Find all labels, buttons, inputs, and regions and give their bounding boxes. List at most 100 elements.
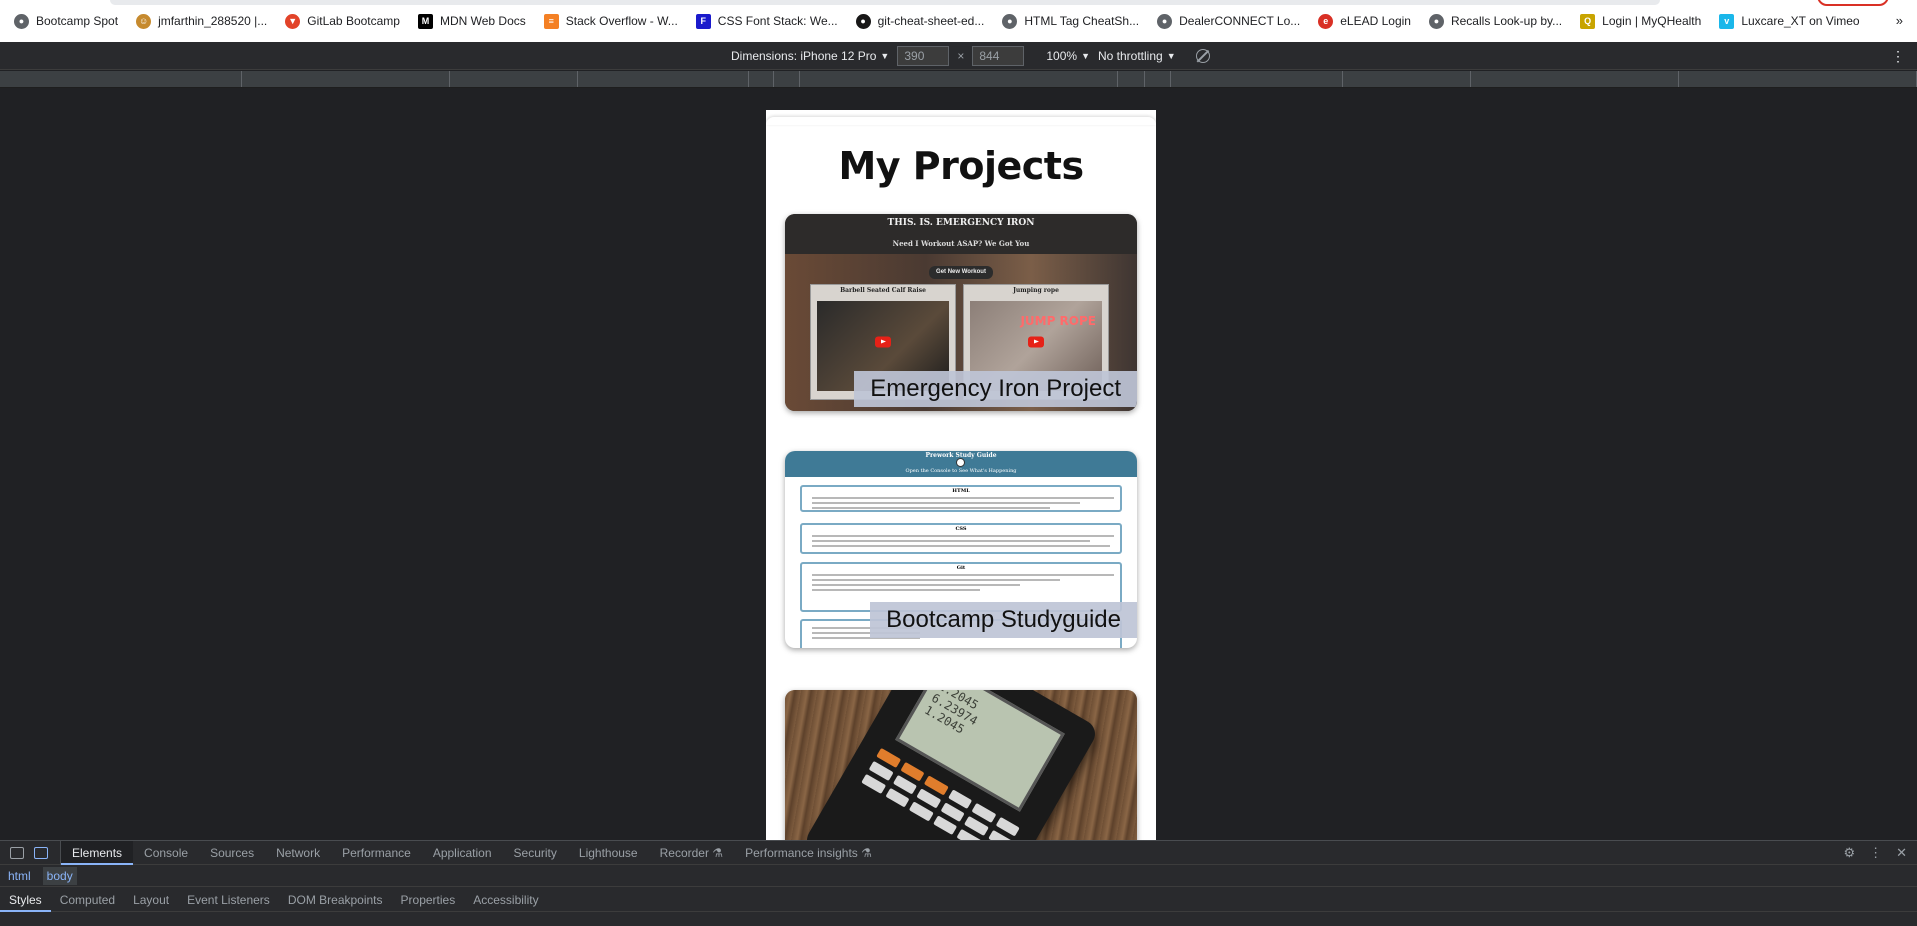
- bookmark-myqhealth[interactable]: Q Login | MyQHealth: [1580, 13, 1701, 29]
- ruler-segment[interactable]: [1679, 71, 1917, 87]
- screenshot-header: Prework Study Guide Open the Console to …: [785, 451, 1137, 477]
- device-width-input[interactable]: 390: [897, 46, 950, 66]
- rotate-disabled-icon[interactable]: [1195, 49, 1210, 63]
- subtab-event-listeners[interactable]: Event Listeners: [178, 888, 279, 912]
- device-height-input[interactable]: 844: [972, 46, 1025, 66]
- bookmark-luxcare-vimeo[interactable]: v Luxcare_XT on Vimeo: [1719, 13, 1860, 29]
- stackoverflow-icon: ≡: [543, 13, 559, 29]
- text-line: [812, 545, 1110, 547]
- project-card-label[interactable]: Emergency Iron Project: [854, 371, 1137, 407]
- workout-panel-title: Jumping rope: [1013, 287, 1059, 294]
- inspect-element-icon[interactable]: [10, 846, 24, 859]
- bookmark-cssfontstack[interactable]: F CSS Font Stack: We...: [695, 13, 838, 29]
- vimeo-icon: v: [1719, 13, 1735, 29]
- project-card-emergency-iron[interactable]: THIS. IS. EMERGENCY IRON Need I Workout …: [785, 214, 1137, 411]
- customize-menu-icon[interactable]: ⋮: [1869, 845, 1882, 861]
- text-line: [812, 540, 1090, 542]
- subtab-dom-breakpoints[interactable]: DOM Breakpoints: [279, 888, 392, 912]
- breadcrumb-html[interactable]: html: [8, 869, 31, 883]
- settings-gear-icon[interactable]: ⚙: [1843, 845, 1855, 861]
- tab-lighthouse[interactable]: Lighthouse: [568, 841, 649, 865]
- breadcrumb-body[interactable]: body: [42, 867, 77, 885]
- globe-icon: ●: [1157, 13, 1173, 29]
- text-line: [812, 574, 1114, 576]
- zoom-dropdown[interactable]: 100% ▼: [1046, 49, 1090, 63]
- media-query-ruler: [0, 71, 1917, 88]
- gitlab-icon: ▼: [285, 13, 301, 29]
- screenshot-button: Get New Workout: [929, 266, 993, 279]
- project-card-studyguide[interactable]: Prework Study Guide Open the Console to …: [785, 451, 1137, 648]
- bookmark-gitlab[interactable]: ▼ GitLab Bootcamp: [285, 13, 400, 29]
- ruler-segment[interactable]: [1171, 71, 1343, 87]
- bookmark-bootcamp-spot[interactable]: ● Bootcamp Spot: [14, 13, 118, 29]
- ruler-segment[interactable]: [1145, 71, 1171, 87]
- study-section-heading: Git: [956, 565, 966, 571]
- throttling-dropdown[interactable]: No throttling ▼: [1098, 49, 1176, 63]
- cssfontstack-icon: F: [695, 13, 711, 29]
- study-section-heading: CSS: [955, 526, 967, 532]
- study-section-heading: HTML: [952, 488, 970, 494]
- ruler-segment[interactable]: [450, 71, 578, 87]
- github-icon: ●: [855, 13, 871, 29]
- tab-sources[interactable]: Sources: [199, 841, 265, 865]
- tab-recorder[interactable]: Recorder ⚗: [649, 841, 734, 865]
- tab-console[interactable]: Console: [133, 841, 199, 865]
- project-card-calculator[interactable]: 1.2045 6.23974 1.2045: [785, 690, 1137, 840]
- ruler-segment[interactable]: [0, 71, 242, 87]
- ruler-segment[interactable]: [1471, 71, 1679, 87]
- bookmark-recalls[interactable]: ● Recalls Look-up by...: [1428, 13, 1562, 29]
- subtab-properties[interactable]: Properties: [392, 888, 465, 912]
- ruler-segment[interactable]: [1118, 71, 1145, 87]
- project-card-label[interactable]: Bootcamp Studyguide: [870, 602, 1137, 638]
- ruler-segment[interactable]: [578, 71, 749, 87]
- tab-network[interactable]: Network: [265, 841, 331, 865]
- jump-rope-text: JUMP ROPE: [1020, 314, 1096, 328]
- bookmarks-overflow-button[interactable]: »: [1896, 13, 1903, 28]
- workout-panel-title: Barbell Seated Calf Raise: [840, 287, 926, 294]
- subtab-accessibility[interactable]: Accessibility: [464, 888, 547, 912]
- tab-elements[interactable]: Elements: [61, 840, 134, 865]
- subtab-layout[interactable]: Layout: [124, 888, 178, 912]
- youtube-play-icon: [1028, 336, 1044, 347]
- bookmark-stackoverflow[interactable]: ≡ Stack Overflow - W...: [543, 13, 678, 29]
- ruler-segment[interactable]: [1343, 71, 1471, 87]
- tab-performance[interactable]: Performance: [331, 841, 422, 865]
- text-line: [812, 497, 1114, 499]
- study-section: CSS: [800, 523, 1122, 554]
- myq-icon: Q: [1580, 13, 1596, 29]
- device-dimensions-dropdown[interactable]: Dimensions: iPhone 12 Pro ▼: [731, 49, 889, 63]
- globe-icon: ●: [1002, 13, 1018, 29]
- bookmark-mdn[interactable]: M MDN Web Docs: [417, 13, 526, 29]
- screenshot-subtitle: Open the Console to See What's Happening: [905, 468, 1017, 474]
- bookmark-elead[interactable]: e eLEAD Login: [1318, 13, 1411, 29]
- close-devtools-icon[interactable]: ✕: [1896, 845, 1907, 861]
- avatar-icon: ☺: [136, 13, 152, 29]
- mdn-icon: M: [417, 13, 433, 29]
- tab-application[interactable]: Application: [422, 841, 503, 865]
- ruler-segment[interactable]: [749, 71, 774, 87]
- bookmark-jmfarthin[interactable]: ☺ jmfarthin_288520 |...: [136, 13, 267, 29]
- ruler-segment[interactable]: [800, 71, 1118, 87]
- screenshot-subtitle: Need I Workout ASAP? We Got You: [892, 239, 1030, 248]
- screenshot-title: THIS. IS. EMERGENCY IRON: [887, 218, 1035, 228]
- youtube-play-icon: [875, 336, 891, 347]
- ruler-segment[interactable]: [774, 71, 800, 87]
- screenshot-header: THIS. IS. EMERGENCY IRON Need I Workout …: [785, 214, 1137, 254]
- bookmark-dealerconnect[interactable]: ● DealerCONNECT Lo...: [1157, 13, 1300, 29]
- tab-performance-insights[interactable]: Performance insights ⚗: [734, 841, 883, 865]
- device-toolbar: Dimensions: iPhone 12 Pro ▼ 390 × 844 100…: [0, 42, 1917, 70]
- bookmark-git-cheat-sheet[interactable]: ● git-cheat-sheet-ed...: [855, 13, 984, 29]
- text-line: [812, 579, 1060, 581]
- subtab-styles[interactable]: Styles: [0, 888, 51, 912]
- toggle-device-toolbar-icon[interactable]: [34, 846, 48, 859]
- more-options-icon[interactable]: ⋮: [1891, 48, 1905, 65]
- subtab-computed[interactable]: Computed: [51, 888, 124, 912]
- bookmark-html-tag-cheatsheet[interactable]: ● HTML Tag CheatSh...: [1002, 13, 1139, 29]
- globe-icon: ●: [1428, 13, 1444, 29]
- profile-button-edge[interactable]: [1817, 0, 1889, 6]
- tab-security[interactable]: Security: [503, 841, 568, 865]
- device-viewport: My Projects THIS. IS. EMERGENCY IRON Nee…: [0, 88, 1917, 840]
- ruler-segment[interactable]: [242, 71, 450, 87]
- text-line: [812, 507, 1050, 509]
- emulated-page: My Projects THIS. IS. EMERGENCY IRON Nee…: [766, 110, 1156, 840]
